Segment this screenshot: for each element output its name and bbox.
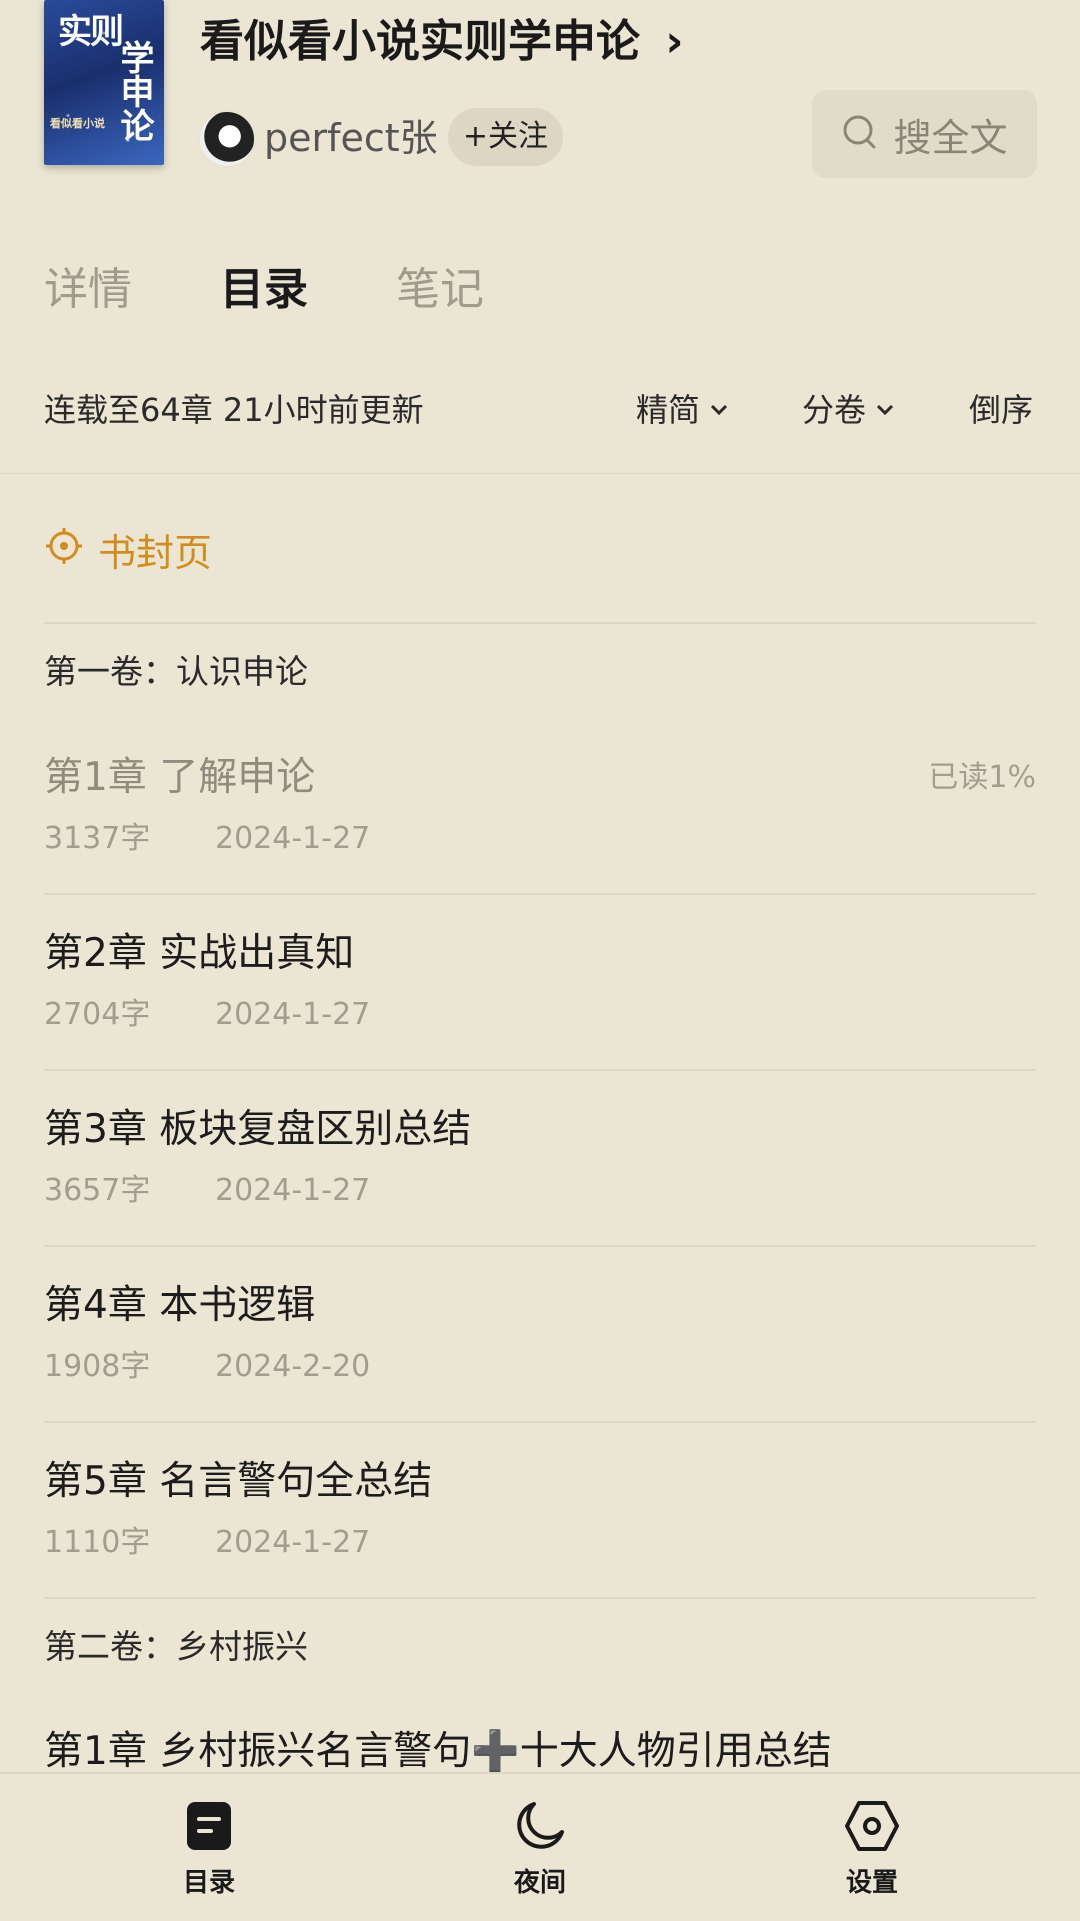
book-title: 看似看小说实则学申论: [200, 16, 640, 67]
reverse-order-button[interactable]: 倒序: [969, 388, 1033, 432]
search-label: 搜全文: [893, 115, 1008, 160]
cover-title-line1: 实则: [58, 12, 124, 52]
chevron-right-icon: ›: [665, 16, 684, 67]
update-status: 连载至64章 21小时前更新: [44, 391, 424, 429]
chapter-title: 第1章 了解申论: [44, 755, 316, 800]
chevron-down-icon: [708, 388, 730, 432]
nav-night-button[interactable]: 夜间: [440, 1774, 640, 1921]
chapter-title[interactable]: 第1章 乡村振兴名言警句➕十大人物引用总结: [44, 1726, 832, 1778]
catalog-icon: [185, 1798, 233, 1854]
cover-title-line2: 学申论: [114, 40, 154, 142]
reverse-order-label: 倒序: [969, 391, 1034, 429]
follow-button[interactable]: +关注: [448, 108, 563, 166]
bottom-toolbar: 目录 夜间 设置: [0, 1772, 1080, 1921]
divider: [44, 1069, 1036, 1071]
chapter-word-count: 3657字: [44, 1173, 151, 1208]
volume-dropdown[interactable]: 分卷: [802, 388, 896, 432]
nav-catalog-label: 目录: [182, 1868, 235, 1898]
locate-icon: [44, 526, 84, 579]
chapter-date: 2024-1-27: [215, 1525, 371, 1560]
divider: [44, 1421, 1036, 1423]
divider: [44, 622, 1036, 624]
read-progress: 已读1%: [928, 760, 1036, 795]
chapter-title: 第2章 实战出真知: [44, 931, 355, 976]
search-fulltext-button[interactable]: 搜全文: [812, 90, 1037, 178]
settings-icon: [844, 1798, 900, 1854]
cover-subtitle: 看似看小说: [50, 117, 105, 130]
volume-label: 分卷: [802, 391, 867, 429]
book-cover[interactable]: 实则 学申论 看似看小说: [44, 0, 164, 165]
tab-details[interactable]: 详情: [44, 262, 132, 318]
search-icon: [841, 113, 879, 155]
moon-icon: [514, 1798, 566, 1854]
cover-page-label: 书封页: [98, 530, 213, 575]
chapter-word-count: 1908字: [44, 1349, 151, 1384]
simplify-label: 精简: [636, 391, 701, 429]
cover-page-link[interactable]: 书封页: [44, 526, 212, 579]
book-title-link[interactable]: 看似看小说实则学申论 ›: [200, 14, 683, 70]
chevron-down-icon: [874, 388, 896, 432]
nav-settings-label: 设置: [845, 1868, 898, 1898]
chapter-title: 第3章 板块复盘区别总结: [44, 1107, 472, 1152]
chapter-title: 第5章 名言警句全总结: [44, 1459, 433, 1504]
simplify-dropdown[interactable]: 精简: [636, 388, 730, 432]
divider: [44, 893, 1036, 895]
chapter-word-count: 3137字: [44, 821, 151, 856]
tab-notes[interactable]: 笔记: [396, 262, 484, 318]
nav-settings-button[interactable]: 设置: [772, 1774, 972, 1921]
nav-catalog-button[interactable]: 目录: [109, 1774, 309, 1921]
volume-header: 第二卷：乡村振兴: [44, 1627, 308, 1666]
chapter-word-count: 1110字: [44, 1525, 151, 1560]
divider: [44, 1245, 1036, 1247]
volume-header: 第一卷：认识申论: [44, 652, 308, 691]
divider: [44, 1597, 1036, 1599]
divider: [0, 473, 1080, 474]
chapter-date: 2024-1-27: [215, 997, 371, 1032]
chapter-date: 2024-2-20: [215, 1349, 371, 1384]
chapter-word-count: 2704字: [44, 997, 151, 1032]
chapter-title: 第4章 本书逻辑: [44, 1283, 316, 1328]
author-name[interactable]: perfect张: [264, 114, 438, 162]
chapter-date: 2024-1-27: [215, 1173, 371, 1208]
nav-night-label: 夜间: [513, 1868, 566, 1898]
chapter-date: 2024-1-27: [215, 821, 371, 856]
author-avatar[interactable]: [198, 110, 256, 168]
tab-catalog[interactable]: 目录: [220, 262, 308, 318]
